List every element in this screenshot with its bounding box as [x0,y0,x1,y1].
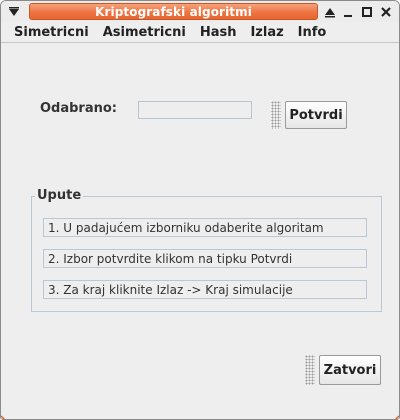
resize-corner-right-icon[interactable] [389,409,399,419]
title-bar[interactable]: Kriptografski algoritmi [1,1,399,22]
instruction-step-2: 2. Izbor potvrdite klikom na tipku Potvr… [43,249,367,268]
toolbar-grip-icon[interactable] [271,101,281,129]
app-window: Kriptografski algoritmi Simetricni Asime… [0,0,400,420]
shade-up-icon[interactable] [320,3,340,20]
menu-izlaz[interactable]: Izlaz [249,25,284,40]
resize-corner-left-icon[interactable] [1,409,11,419]
instruction-step-3: 3. Za kraj kliknite Izlaz -> Kraj simula… [43,280,367,299]
instruction-step-1: 1. U padajućem izborniku odaberite algor… [43,218,367,237]
confirm-button[interactable]: Potvrdi [285,101,347,129]
menu-down-icon[interactable] [4,3,24,20]
selected-label: Odabrano: [40,101,118,116]
close-icon[interactable] [376,3,396,20]
menu-simetricni[interactable]: Simetricni [13,25,90,40]
close-button[interactable]: Zatvori [319,355,381,385]
window-title: Kriptografski algoritmi [29,3,318,20]
menu-asimetricni[interactable]: Asimetricni [102,25,187,40]
menu-info[interactable]: Info [297,25,328,40]
maximize-icon[interactable] [357,3,377,20]
selected-algorithm-field [138,101,252,119]
instructions-title: Upute [35,188,84,203]
menu-hash[interactable]: Hash [199,25,238,40]
minimize-icon[interactable] [338,3,358,20]
toolbar-grip-icon[interactable] [305,355,315,385]
menu-bar: Simetricni Asimetricni Hash Izlaz Info [1,22,399,43]
